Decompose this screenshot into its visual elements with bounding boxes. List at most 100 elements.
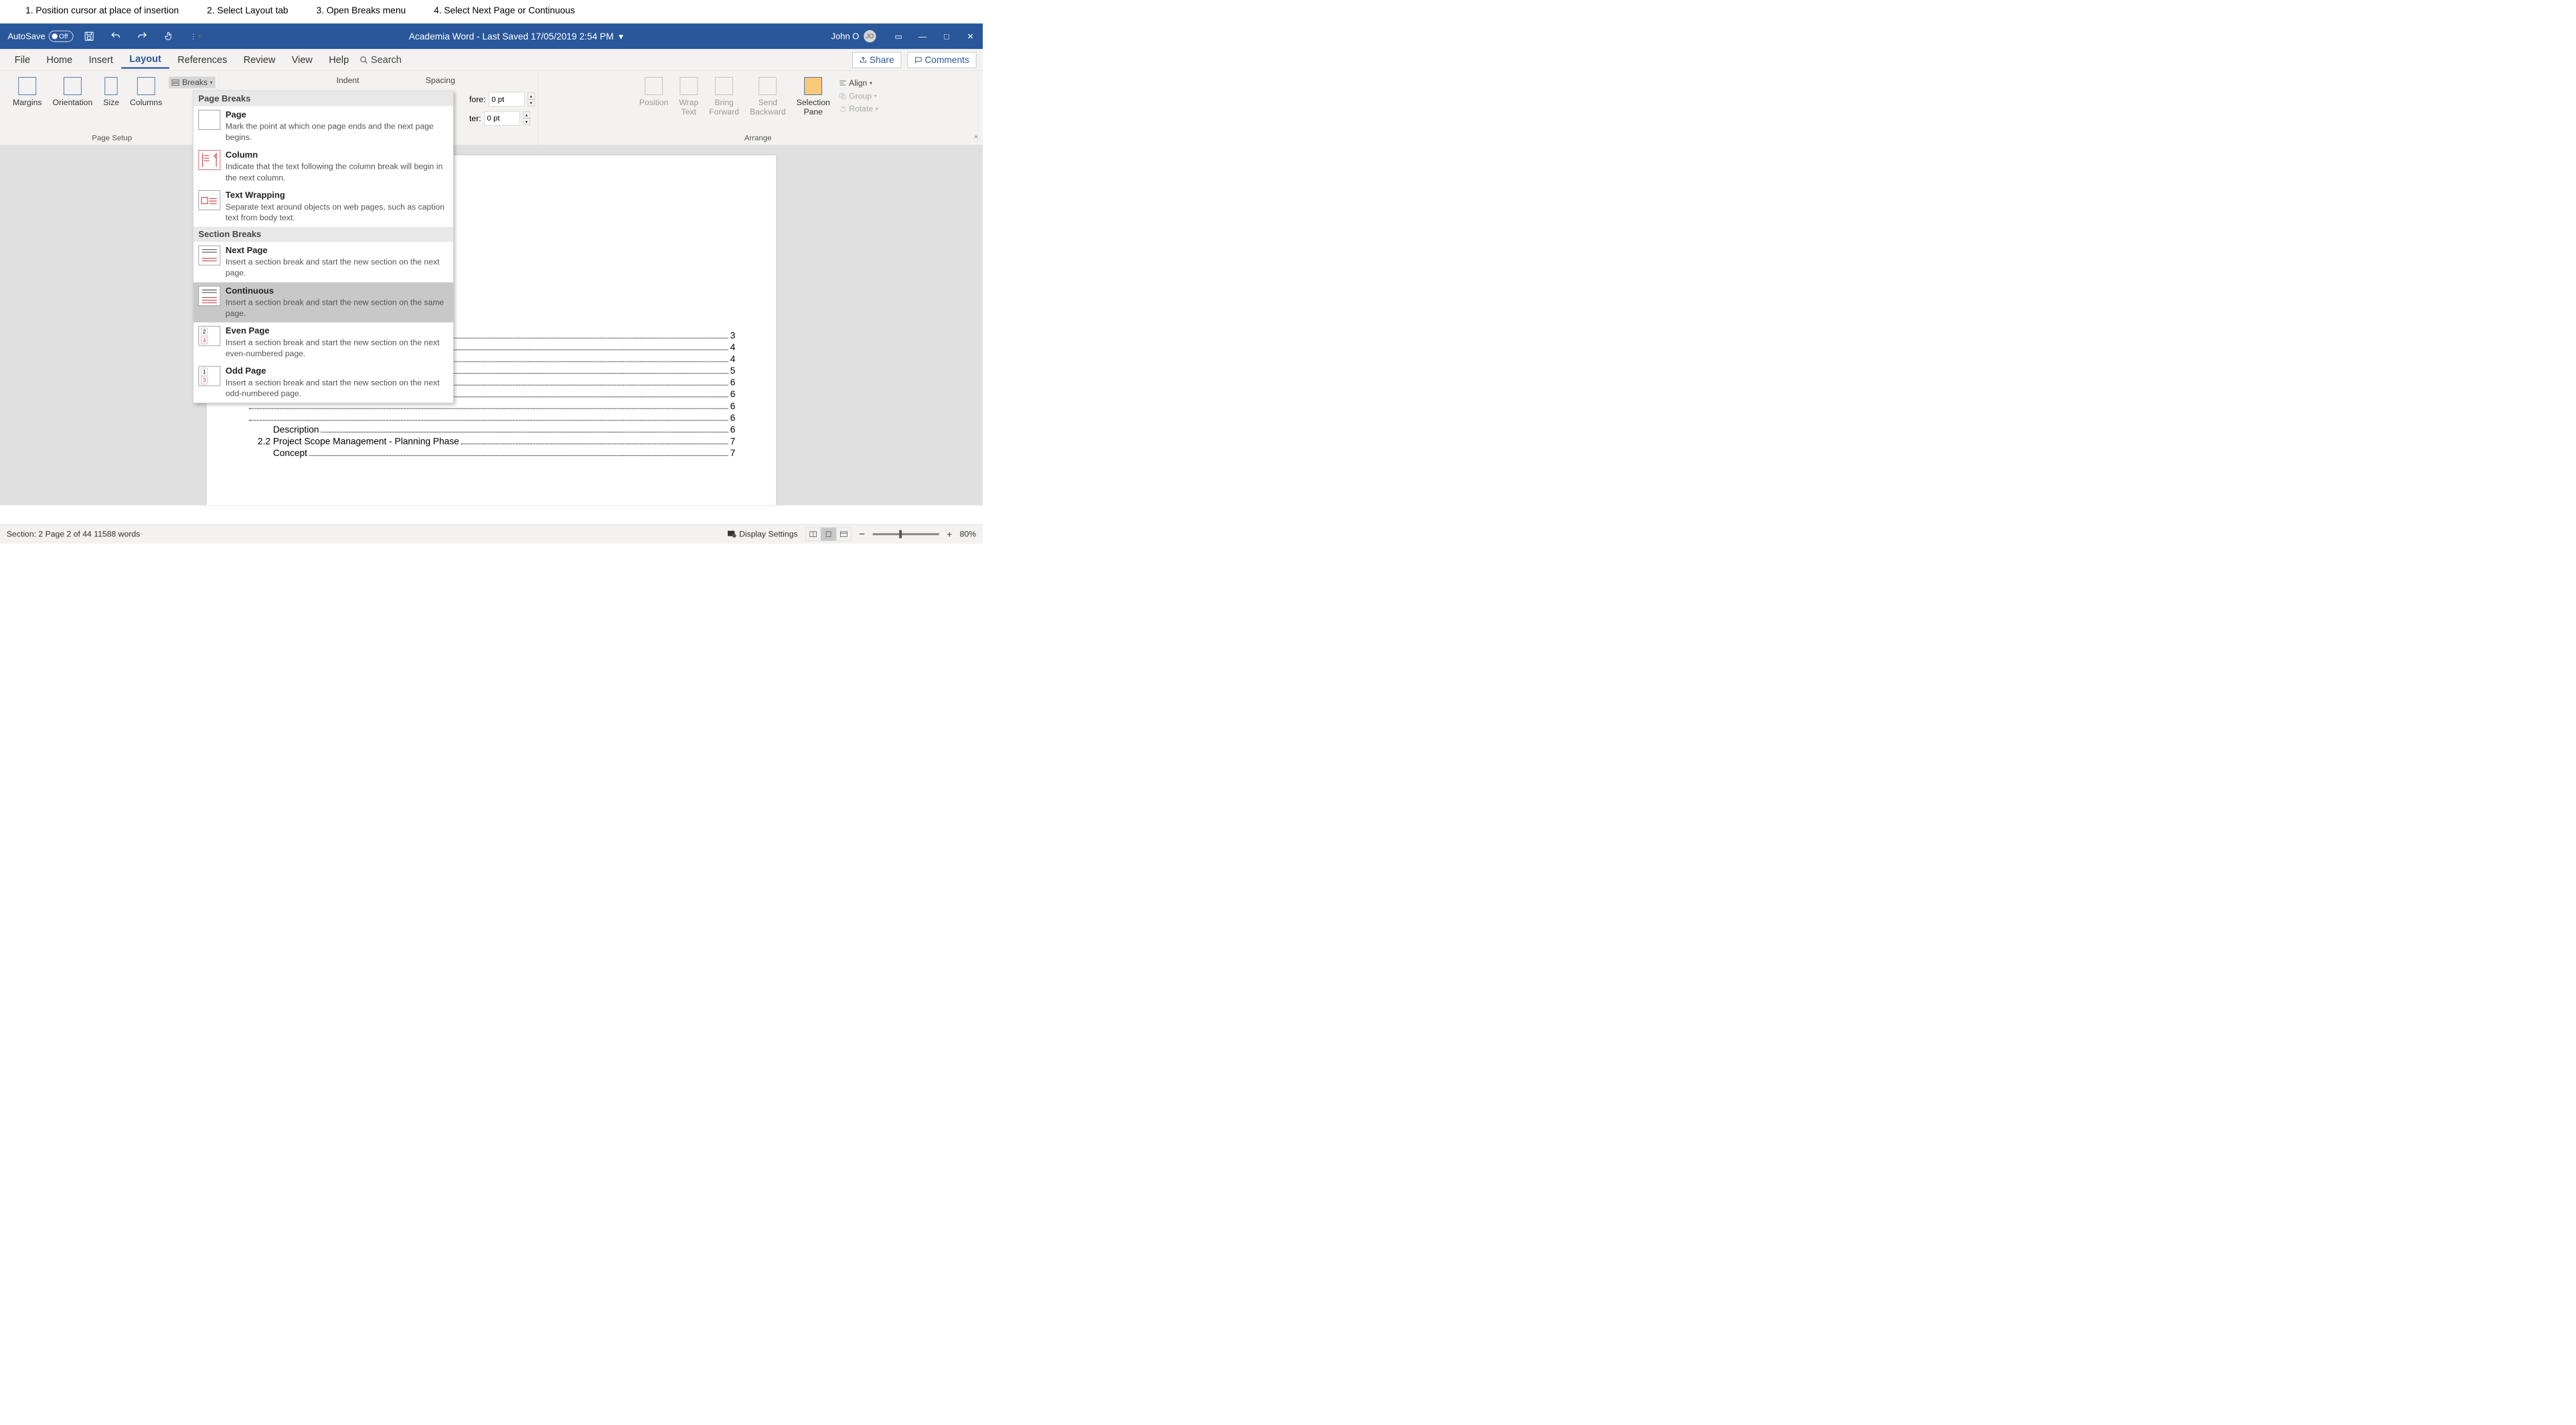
title-dropdown-icon[interactable]: ▾ (619, 31, 623, 42)
bring-icon (715, 77, 733, 95)
cont-title: Continuous (226, 286, 449, 296)
sel-l2: Pane (797, 107, 830, 117)
undo-icon[interactable] (110, 31, 122, 42)
tab-layout[interactable]: Layout (121, 51, 169, 68)
toc-pg: 7 (730, 436, 736, 447)
align-button[interactable]: Align▾ (837, 77, 881, 88)
minimize-icon[interactable]: — (918, 31, 927, 41)
toc-text: Concept (273, 447, 307, 458)
step4: 4. Select Next Page or Continuous (434, 5, 575, 16)
tab-references[interactable]: References (169, 52, 236, 68)
user-name: John O (831, 31, 860, 42)
orientation-button[interactable]: Orientation (48, 76, 96, 108)
display-settings[interactable]: Display Settings (728, 529, 798, 538)
break-nextpage[interactable]: Next PageInsert a section break and star… (193, 242, 453, 282)
step2: 2. Select Layout tab (207, 5, 288, 16)
bring-l2: Forward (709, 107, 739, 117)
tab-view[interactable]: View (284, 52, 321, 68)
spacing-before[interactable]: fore: ▴▾ (469, 92, 535, 106)
rotate-button: Rotate▾ (837, 103, 881, 115)
rotate-icon (839, 106, 847, 112)
wrap-l1: Wrap (679, 98, 698, 107)
break-continuous[interactable]: ContinuousInsert a section break and sta… (193, 282, 453, 322)
zoom-in[interactable]: + (947, 529, 952, 540)
toggle-state: Off (59, 32, 68, 40)
readmode-icon[interactable] (805, 528, 821, 541)
spacing-after[interactable]: ter: ▴▾ (469, 111, 535, 125)
printlayout-icon[interactable] (821, 528, 836, 541)
page-desc: Mark the point at which one page ends an… (226, 121, 449, 143)
zoom-slider[interactable] (873, 533, 939, 535)
autosave-toggle[interactable]: AutoSave Off (7, 31, 73, 42)
close-icon[interactable]: ✕ (966, 31, 975, 41)
title-text: Academia Word - Last Saved 17/05/2019 2:… (409, 31, 614, 42)
ribbon-options-icon[interactable]: ▭ (894, 31, 903, 41)
pagesetup-label: Page Setup (92, 132, 132, 145)
rotate-label: Rotate (849, 104, 873, 114)
break-page[interactable]: PageMark the point at which one page end… (193, 106, 453, 147)
status-left[interactable]: Section: 2 Page 2 of 44 11588 words (7, 529, 140, 538)
save-icon[interactable] (84, 31, 95, 42)
before-label: fore: (469, 94, 485, 104)
comments-button[interactable]: Comments (907, 52, 976, 68)
position-label: Position (639, 98, 668, 107)
collapse-ribbon-icon[interactable]: ^ (974, 134, 977, 142)
comments-label: Comments (924, 54, 969, 65)
oddpage-break-icon: 13 (198, 366, 220, 386)
zoom-value[interactable]: 80% (960, 529, 976, 538)
ribbon: Margins Orientation Size Columns Breaks … (0, 71, 983, 145)
maximize-icon[interactable]: □ (942, 31, 951, 41)
size-button[interactable]: Size (99, 76, 123, 108)
send-icon (759, 77, 777, 95)
tab-file[interactable]: File (7, 52, 39, 68)
column-break-icon (198, 150, 220, 170)
step1: 1. Position cursor at place of insertion (25, 5, 179, 16)
search-label: Search (371, 54, 402, 65)
tab-help[interactable]: Help (321, 52, 357, 68)
align-icon (839, 80, 847, 86)
after-input[interactable] (484, 111, 519, 125)
weblayout-icon[interactable] (836, 528, 852, 541)
breaks-label: Breaks (182, 78, 208, 87)
redo-icon[interactable] (137, 31, 148, 42)
wraptext-button: WrapText (675, 76, 702, 118)
share-button[interactable]: Share (852, 52, 901, 68)
breaks-button[interactable]: Breaks ▾ (169, 76, 215, 88)
group-arrange: Position WrapText BringForward SendBackw… (538, 73, 977, 145)
search-box[interactable]: Search (359, 54, 402, 65)
tab-home[interactable]: Home (38, 52, 80, 68)
toc-line: 2.2 Project Scope Management - Planning … (248, 436, 736, 447)
before-input[interactable] (489, 92, 524, 106)
break-evenpage[interactable]: 24 Even PageInsert a section break and s… (193, 322, 453, 362)
menu-tabs: File Home Insert Layout References Revie… (0, 49, 983, 71)
columns-icon (137, 77, 155, 95)
toggle-switch[interactable]: Off (49, 31, 74, 42)
zoom-handle[interactable] (899, 530, 902, 538)
tab-review[interactable]: Review (236, 52, 284, 68)
break-oddpage[interactable]: 13 Odd PageInsert a section break and st… (193, 362, 453, 402)
size-label: Size (103, 98, 119, 107)
zoom-out[interactable]: − (859, 528, 865, 540)
position-icon (645, 77, 663, 95)
qat-more-icon[interactable]: ⋮ (190, 31, 202, 42)
user-avatar: JO (864, 30, 876, 42)
tw-title: Text Wrapping (226, 190, 449, 200)
break-column[interactable]: ColumnIndicate that the text following t… (193, 147, 453, 187)
breaks-dropdown: Page Breaks PageMark the point at which … (193, 91, 453, 403)
break-textwrap[interactable]: Text WrappingSeparate text around object… (193, 187, 453, 227)
margins-button[interactable]: Margins (9, 76, 46, 108)
spin-buttons[interactable]: ▴▾ (528, 92, 535, 106)
touch-icon[interactable] (163, 31, 175, 42)
continuous-break-icon (198, 286, 220, 306)
selectionpane-button[interactable]: SelectionPane (793, 76, 834, 118)
toc-text: Description (273, 424, 319, 435)
display-label: Display Settings (739, 529, 798, 538)
indent-label: Indent (337, 76, 359, 85)
instruction-bar: 1. Position cursor at place of insertion… (0, 0, 983, 23)
user-account[interactable]: John O JO (831, 30, 876, 42)
selpane-icon (804, 77, 822, 95)
columns-button[interactable]: Columns (126, 76, 166, 108)
tab-insert[interactable]: Insert (80, 52, 121, 68)
spin-buttons2[interactable]: ▴▾ (523, 111, 530, 125)
document-area[interactable]: 3 4 4 5 6 6 6 6 Description6 2.2 Project… (0, 145, 983, 506)
